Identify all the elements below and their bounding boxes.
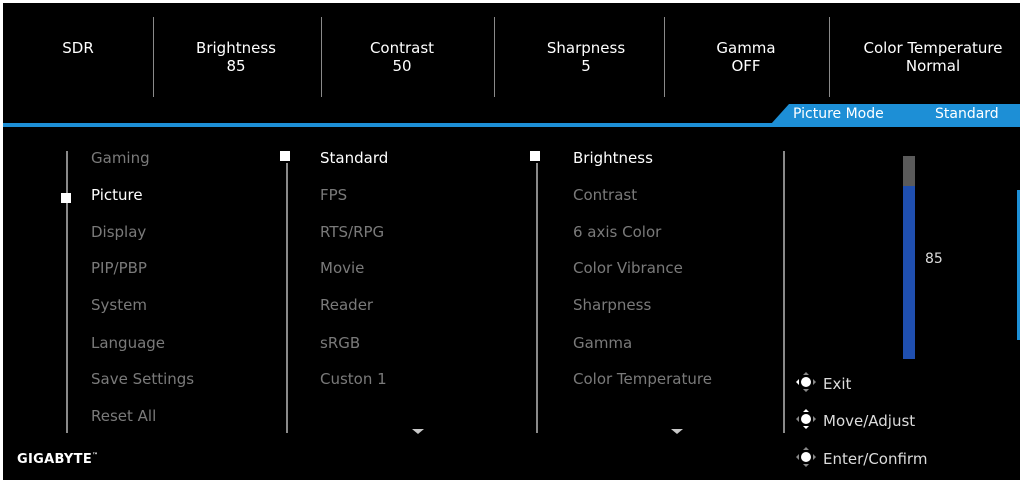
picture-mode-label: Picture Mode (793, 106, 884, 122)
status-brightness: Brightness 85 (171, 39, 301, 75)
selection-marker (280, 151, 290, 161)
gigabyte-logo: GIGABYTE™ (17, 452, 99, 467)
status-color-temperature-value: Normal (905, 57, 961, 75)
main-menu-save-settings[interactable]: Save Settings (91, 370, 194, 388)
mode-custom-1[interactable]: Custon 1 (320, 370, 387, 388)
main-menu-display[interactable]: Display (91, 223, 146, 241)
joystick-press-icon (795, 446, 821, 472)
picture-mode-value: Standard (935, 106, 999, 122)
help-move-label: Move/Adjust (823, 412, 916, 430)
status-sharpness-label: Sharpness (546, 39, 626, 57)
setting-brightness[interactable]: Brightness (573, 149, 653, 167)
status-sharpness-value: 5 (581, 57, 591, 75)
help-move: Move/Adjust (795, 408, 915, 434)
status-divider (664, 17, 665, 97)
brand-name: GIGABYTE (17, 452, 92, 467)
help-exit-label: Exit (823, 375, 852, 393)
status-divider (829, 17, 830, 97)
brightness-level-value: 85 (925, 251, 943, 267)
mode-srgb[interactable]: sRGB (320, 334, 360, 352)
setting-6-axis-color[interactable]: 6 axis Color (573, 223, 661, 241)
status-contrast: Contrast 50 (337, 39, 467, 75)
main-menu-system[interactable]: System (91, 296, 147, 314)
mode-reader[interactable]: Reader (320, 296, 373, 314)
setting-sharpness[interactable]: Sharpness (573, 296, 651, 314)
status-gamma-value: OFF (731, 57, 761, 75)
column-line (286, 163, 288, 433)
selection-marker (530, 151, 540, 161)
status-divider (153, 17, 154, 97)
column-line (536, 163, 538, 433)
status-contrast-value: 50 (392, 57, 412, 75)
main-menu-picture[interactable]: Picture (91, 186, 143, 204)
mode-fps[interactable]: FPS (320, 186, 347, 204)
status-gamma: Gamma OFF (681, 39, 811, 75)
accent-divider (3, 123, 1020, 127)
main-menu-language[interactable]: Language (91, 334, 165, 352)
main-menu-gaming[interactable]: Gaming (91, 149, 150, 167)
selection-marker (61, 193, 71, 203)
brightness-slider-fill (903, 186, 915, 359)
status-sharpness: Sharpness 5 (521, 39, 651, 75)
status-gamma-label: Gamma (716, 39, 776, 57)
status-brightness-label: Brightness (196, 39, 276, 57)
status-contrast-label: Contrast (369, 39, 435, 57)
status-color-temperature-label: Color Temperature (863, 39, 1003, 57)
setting-color-vibrance[interactable]: Color Vibrance (573, 259, 683, 277)
main-menu-pip-pbp[interactable]: PIP/PBP (91, 259, 147, 277)
setting-color-temperature[interactable]: Color Temperature (573, 370, 712, 388)
setting-contrast[interactable]: Contrast (573, 186, 637, 204)
mode-standard[interactable]: Standard (320, 149, 388, 167)
joystick-move-icon (795, 408, 821, 434)
scroll-down-icon (671, 429, 683, 434)
setting-gamma[interactable]: Gamma (573, 334, 632, 352)
status-sdr: SDR (33, 39, 123, 57)
status-sdr-label: SDR (62, 39, 94, 57)
scroll-indicator (1017, 190, 1020, 340)
scroll-down-icon (412, 429, 424, 434)
column-line (783, 151, 785, 433)
brightness-slider[interactable] (903, 156, 915, 359)
osd-menu: SDR Brightness 85 Contrast 50 Sharpness … (3, 3, 1020, 480)
mode-movie[interactable]: Movie (320, 259, 364, 277)
joystick-left-icon (795, 371, 821, 397)
main-menu-reset-all[interactable]: Reset All (91, 407, 156, 425)
mode-rts-rpg[interactable]: RTS/RPG (320, 223, 384, 241)
status-color-temperature: Color Temperature Normal (843, 39, 1020, 75)
status-divider (494, 17, 495, 97)
picture-mode-tab: Picture Mode Standard (771, 104, 1020, 124)
status-brightness-value: 85 (226, 57, 246, 75)
help-enter-label: Enter/Confirm (823, 450, 928, 468)
help-enter: Enter/Confirm (795, 446, 927, 472)
status-divider (321, 17, 322, 97)
help-exit: Exit (795, 371, 851, 397)
